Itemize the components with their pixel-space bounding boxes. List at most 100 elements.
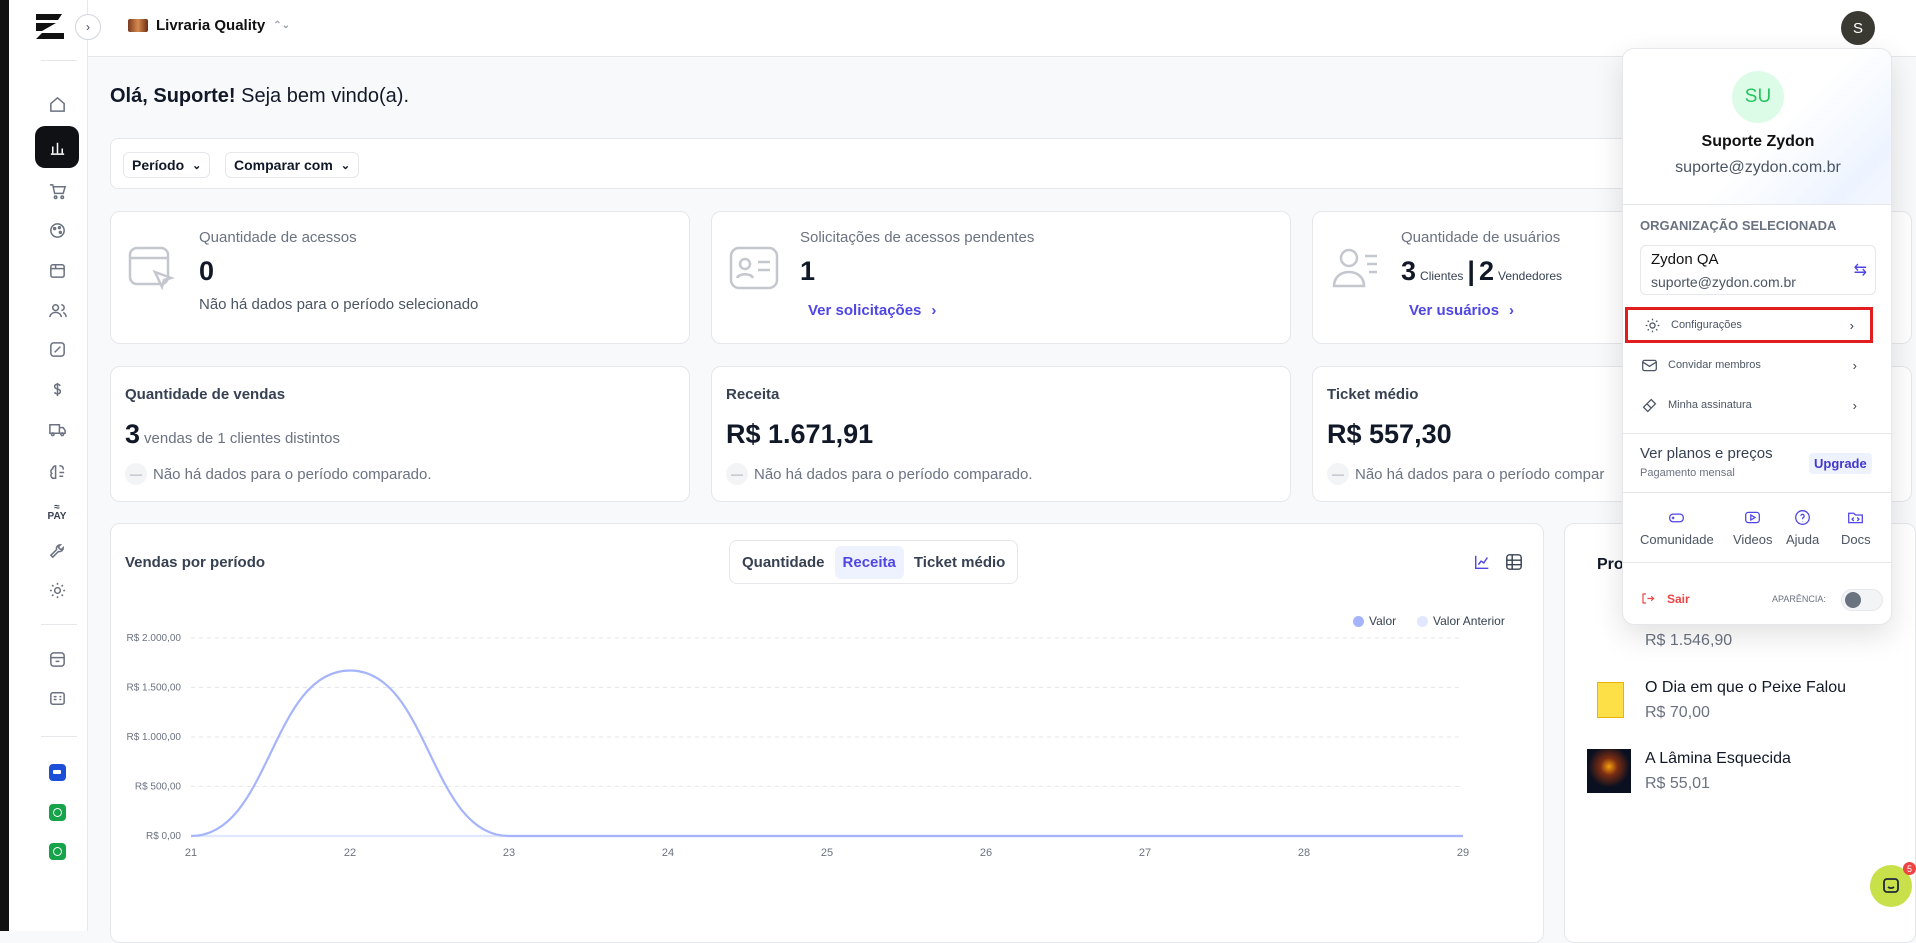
menu-item-invite-members[interactable]: Convidar membros › [1625,347,1873,383]
nav-customers[interactable] [35,289,79,331]
pending-value: 1 [800,256,816,286]
help-link[interactable]: Ajuda [1786,509,1819,547]
help-circle-icon [1795,510,1811,525]
nav-cards[interactable] [35,677,79,719]
chevron-right-icon: › [1509,302,1515,319]
product-price: R$ 55,01 [1645,775,1710,792]
menu-item-label: Configurações [1671,319,1742,331]
view-users-label: Ver usuários [1409,302,1500,319]
user-avatar-button[interactable]: S [1841,11,1875,45]
upgrade-button[interactable]: Upgrade [1809,453,1872,474]
nav-settings[interactable] [35,569,79,611]
truck-icon [48,423,66,436]
product-name[interactable]: A Lâmina Esquecida [1645,750,1791,768]
storefront-icon [49,651,65,667]
nav-finance[interactable] [35,368,79,410]
menu-item-settings[interactable]: Configurações › [1625,307,1873,343]
sellers-label: Vendedores [1497,269,1563,283]
y-tick-label: R$ 2.000,00 [127,633,182,644]
chevron-right-icon: › [1852,357,1857,373]
dash-icon: — [125,463,147,485]
community-link[interactable]: Comunidade [1640,509,1714,547]
menu-item-label: Convidar membros [1668,359,1761,371]
y-tick-label: R$ 500,00 [135,782,182,793]
nav-whatsapp-business[interactable] [35,830,79,872]
chat-icon [1883,878,1899,893]
compare-label: Comparar com [234,157,333,173]
gear-icon [49,582,65,598]
nav-promotions[interactable] [35,328,79,370]
id-card-icon [729,246,779,290]
greeting-hello: Olá, Suporte! [110,85,236,107]
nav-orders[interactable] [35,170,79,212]
nav-products[interactable] [35,249,79,291]
x-tick-label: 28 [1298,847,1310,859]
nav-shipping[interactable] [35,408,79,450]
id-card-icon [49,691,65,705]
greeting-welcome: Seja bem vindo(a). [241,85,410,107]
view-users-link[interactable]: Ver usuários › [1409,302,1514,319]
expand-sidebar-button[interactable]: › [75,14,101,40]
user-email: suporte@zydon.com.br [1675,159,1841,176]
percent-icon [49,341,65,357]
card-accesses: Quantidade de acessos 0 Não há dados par… [110,211,690,344]
chevron-right-icon: › [86,20,90,34]
help-label: Comunidade [1640,532,1714,547]
view-requests-link[interactable]: Ver solicitações › [808,302,936,319]
sales-suffix: vendas de 1 clientes distintos [144,430,340,447]
x-tick-label: 23 [503,847,515,859]
bar-chart-icon [50,142,64,155]
wrench-icon [49,543,64,558]
app-blue-icon [48,763,66,781]
help-label: Ajuda [1786,532,1820,547]
y-tick-label: R$ 1.000,00 [127,732,182,743]
folder-code-icon [1848,512,1864,524]
dash-icon: — [726,463,748,485]
box-icon [49,263,65,278]
accesses-note: Não há dados para o período selecionado [199,296,479,313]
pending-title: Solicitações de acessos pendentes [800,229,1035,246]
users-icon [48,303,67,317]
access-cursor-icon [128,246,175,291]
revenue-value: R$ 1.671,91 [726,419,874,449]
menu-item-subscription[interactable]: Minha assinatura › [1625,387,1873,423]
docs-link[interactable]: Docs [1841,509,1871,547]
period-dropdown[interactable]: Período ⌄ [123,152,211,178]
appearance-toggle[interactable] [1841,589,1883,611]
logout-button[interactable]: Sair [1640,591,1690,606]
x-tick-label: 24 [662,847,674,859]
nav-whatsapp[interactable] [35,791,79,833]
nav-tools[interactable] [35,530,79,572]
brain-icon [49,464,64,479]
clients-value: 3 [1401,256,1417,286]
compare-dropdown[interactable]: Comparar com ⌄ [225,152,360,178]
nav-dashboard[interactable] [35,126,79,168]
org-switcher[interactable]: Zydon QA suporte@zydon.com.br ⇆ [1640,245,1876,295]
series-line [190,669,1463,838]
store-selector[interactable]: Livraria Quality ⌃⌄ [128,17,290,34]
users-counts: 3 Clientes | 2 Vendedores [1401,256,1562,287]
sales-title: Quantidade de vendas [125,386,286,403]
accesses-value: 0 [199,256,215,286]
nav-store[interactable] [35,638,79,680]
nav-app-blue[interactable] [35,751,79,793]
plans-link[interactable]: Ver planos e preços [1640,445,1773,462]
sidebar: ≈ PAY [9,0,88,931]
nav-home[interactable] [35,83,79,125]
x-tick-label: 21 [185,847,197,859]
chevron-right-icon: › [1849,317,1854,333]
nav-integrations[interactable] [35,451,79,493]
chevron-updown-icon: ⌃⌄ [273,20,290,31]
switch-arrows-icon: ⇆ [1853,262,1867,279]
nav-catalog[interactable] [35,209,79,251]
nav-zydon-pay[interactable]: ≈ PAY [35,491,79,533]
y-tick-label: R$ 0,00 [146,831,181,842]
store-thumbnail [128,19,148,32]
clients-label: Clientes [1420,269,1464,283]
gear-icon [1645,318,1660,332]
whatsapp-business-icon [48,842,66,860]
store-name: Livraria Quality [156,17,266,34]
product-name[interactable]: O Dia em que o Peixe Falou [1645,679,1846,697]
videos-link[interactable]: Videos [1733,509,1773,547]
chevron-right-icon: › [1852,397,1857,413]
